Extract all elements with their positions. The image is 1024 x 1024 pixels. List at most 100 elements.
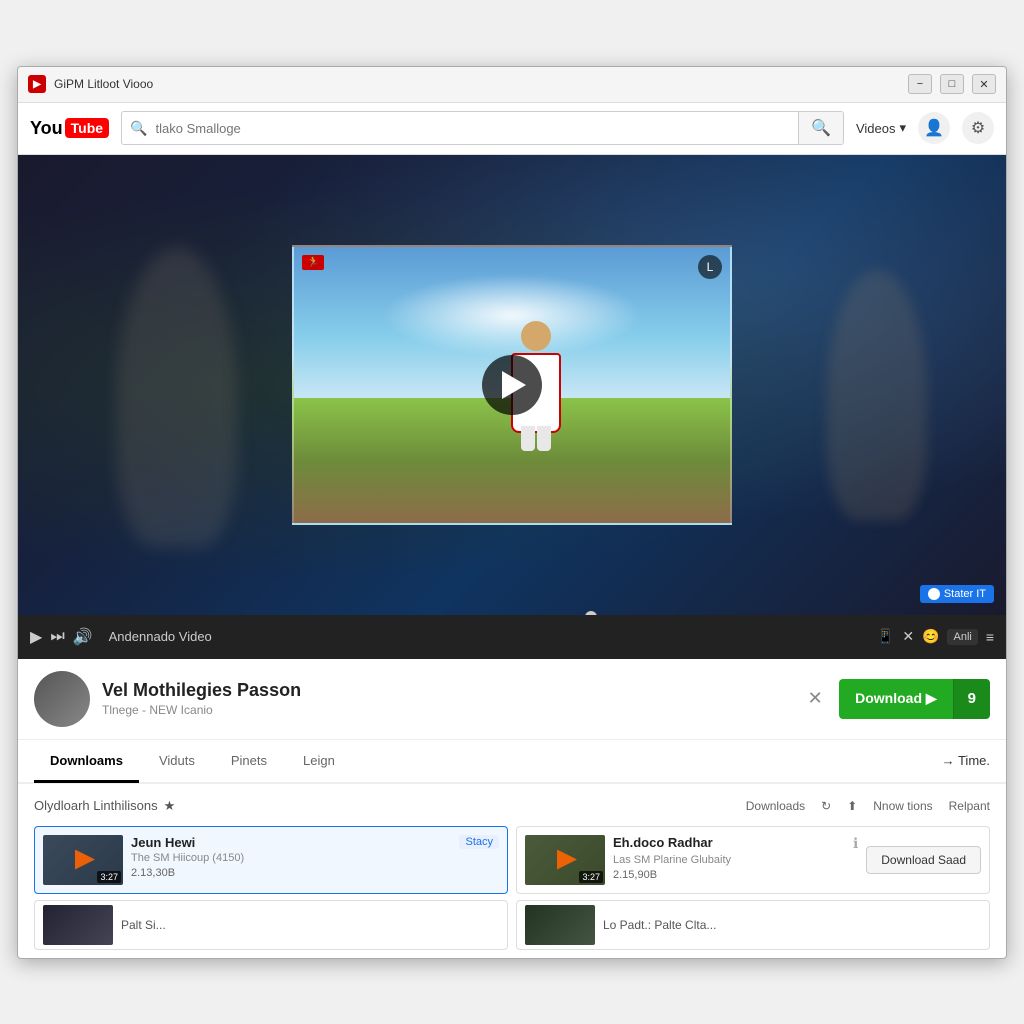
thumb-play-icon-1 — [75, 850, 95, 870]
right-figure — [827, 270, 927, 520]
person-head — [521, 321, 551, 351]
time-sort[interactable]: → Time. — [942, 753, 990, 768]
more-title-2: Lo Padt.: Palte Clta... — [603, 918, 716, 932]
download-count-button[interactable]: 9 — [953, 679, 990, 719]
minimize-button[interactable]: − — [908, 74, 932, 94]
youtube-logo[interactable]: You Tube — [30, 118, 109, 139]
download-main-button[interactable]: Download ▶ — [839, 679, 953, 719]
channel-name: Tlnege - NEW Icanio — [102, 703, 787, 717]
maximize-button[interactable]: □ — [940, 74, 964, 94]
search-bar: 🔍 🔍 — [121, 111, 844, 145]
section-header: Olydloarh Linthilisons ★ Downloads ↻ ⬆ N… — [34, 792, 990, 820]
account-button[interactable]: 👤 — [918, 112, 950, 144]
notifications-label[interactable]: Nnow tions — [873, 799, 932, 813]
close-button[interactable]: ✕ — [972, 74, 996, 94]
download-saad-button[interactable]: Download Saad — [866, 846, 981, 874]
more-item-2[interactable]: Lo Padt.: Palte Clta... — [516, 900, 990, 950]
item-title-2: Eh.doco Radhar — [613, 835, 713, 850]
play-button[interactable] — [482, 355, 542, 415]
item-info-2: Eh.doco Radhar ℹ Las SM Plarine Glubaity… — [613, 835, 858, 881]
download-item-1[interactable]: 3:27 Jeun Hewi Stacy The SM Hiicoup (415… — [34, 826, 508, 894]
more-thumb-2 — [525, 905, 595, 945]
downloads-label: Downloads — [746, 799, 805, 813]
section-title: Olydloarh Linthilisons ★ — [34, 798, 175, 814]
cast-icon[interactable]: ✕ — [902, 628, 914, 645]
search-input[interactable] — [156, 112, 799, 144]
logo-tube: Tube — [65, 118, 109, 138]
more-title-1: Palt Si... — [121, 918, 166, 932]
report-label[interactable]: Relpant — [949, 799, 990, 813]
tab-pinets[interactable]: Pinets — [215, 741, 283, 783]
stater-label: Stater IT — [944, 588, 986, 600]
section-controls: Downloads ↻ ⬆ Nnow tions Relpant — [746, 799, 990, 813]
item-title-1: Jeun Hewi — [131, 835, 195, 850]
logo-you: You — [30, 118, 63, 139]
more-thumb-1 — [43, 905, 113, 945]
star-icon[interactable]: ★ — [164, 798, 176, 814]
video-clock-icon: L — [698, 255, 722, 279]
nav-right: Videos ▾ 👤 ⚙ — [856, 112, 994, 144]
search-prefix-icon: 🔍 — [122, 112, 155, 144]
quality-badge[interactable]: Anli — [947, 629, 977, 645]
thumb-play-icon-2 — [557, 850, 577, 870]
videos-menu-button[interactable]: Videos ▾ — [856, 120, 906, 136]
item-sub-2: Las SM Plarine Glubaity — [613, 854, 858, 866]
video-title: Vel Mothilegies Passon — [102, 680, 787, 701]
video-info: Vel Mothilegies Passon Tlnege - NEW Ican… — [102, 680, 787, 717]
more-options-icon[interactable]: ≡ — [986, 629, 994, 645]
download-button-group: Download ▶ 9 — [839, 679, 990, 719]
tab-leign[interactable]: Leign — [287, 741, 351, 783]
downloads-section: Olydloarh Linthilisons ★ Downloads ↻ ⬆ N… — [18, 784, 1006, 958]
item-size-2: 2.15,90B — [613, 869, 858, 881]
time-label: → Time. — [942, 753, 990, 768]
app-icon: ▶ — [28, 75, 46, 93]
next-control-button[interactable]: ⏭ — [50, 628, 64, 646]
video-frame[interactable]: 🏃 L — [292, 245, 732, 525]
info-bar: Vel Mothilegies Passon Tlnege - NEW Ican… — [18, 659, 1006, 740]
item-sub-1: The SM Hiicoup (4150) — [131, 852, 499, 864]
upload-icon[interactable]: ⬆ — [847, 799, 857, 813]
video-area[interactable]: 🏃 L Stater IT — [18, 155, 1006, 615]
more-items: Palt Si... Lo Padt.: Palte Clta... — [34, 900, 990, 950]
play-icon — [502, 371, 526, 399]
thumb-duration-2: 3:27 — [579, 871, 603, 883]
emoji-icon[interactable]: 😊 — [922, 628, 939, 645]
app-window: ▶ GiPM Litloot Viooo − □ ✕ You Tube 🔍 🔍 … — [17, 66, 1007, 959]
video-logo-badge: 🏃 — [302, 255, 324, 270]
download-grid: 3:27 Jeun Hewi Stacy The SM Hiicoup (415… — [34, 826, 990, 894]
thumb-2: 3:27 — [525, 835, 605, 885]
window-controls: − □ ✕ — [908, 74, 996, 94]
search-button[interactable]: 🔍 — [798, 112, 843, 144]
tab-viduts[interactable]: Viduts — [143, 741, 211, 783]
download-item-2[interactable]: 3:27 Eh.doco Radhar ℹ Las SM Plarine Glu… — [516, 826, 990, 894]
video-background: 🏃 L Stater IT — [18, 155, 1006, 615]
item-badge-1: Stacy — [459, 835, 499, 849]
thumb-1: 3:27 — [43, 835, 123, 885]
videos-label: Videos — [856, 121, 896, 136]
more-item-1[interactable]: Palt Si... — [34, 900, 508, 950]
download-label: Download ▶ — [855, 690, 937, 707]
channel-avatar — [34, 671, 90, 727]
now-playing-title: Andennado Video — [109, 629, 869, 644]
refresh-icon[interactable]: ↻ — [821, 799, 831, 813]
dismiss-button[interactable]: ✕ — [799, 683, 831, 715]
stater-icon — [928, 588, 940, 600]
mobile-icon[interactable]: 📱 — [877, 628, 894, 645]
tabs-bar: Downloams Viduts Pinets Leign → Time. — [18, 740, 1006, 784]
controls-right: 📱 ✕ 😊 Anli ≡ — [877, 628, 994, 645]
avatar-image — [34, 671, 90, 727]
item-info-1: Jeun Hewi Stacy The SM Hiicoup (4150) 2.… — [131, 835, 499, 879]
tab-downloams[interactable]: Downloams — [34, 741, 139, 783]
controls-bar: ▶ ⏭ 🔊 Andennado Video 📱 ✕ 😊 Anli ≡ — [18, 615, 1006, 659]
info-icon-2[interactable]: ℹ — [853, 835, 858, 852]
settings-button[interactable]: ⚙ — [962, 112, 994, 144]
download-count-label: 9 — [968, 690, 976, 707]
play-control-button[interactable]: ▶ — [30, 627, 42, 647]
info-actions: ✕ Download ▶ 9 — [799, 679, 990, 719]
background-figure — [117, 247, 237, 547]
window-title: GiPM Litloot Viooo — [54, 77, 908, 91]
title-bar: ▶ GiPM Litloot Viooo − □ ✕ — [18, 67, 1006, 103]
section-title-text: Olydloarh Linthilisons — [34, 798, 158, 813]
settings-icon: ⚙ — [971, 118, 985, 138]
volume-control-button[interactable]: 🔊 — [73, 627, 93, 647]
